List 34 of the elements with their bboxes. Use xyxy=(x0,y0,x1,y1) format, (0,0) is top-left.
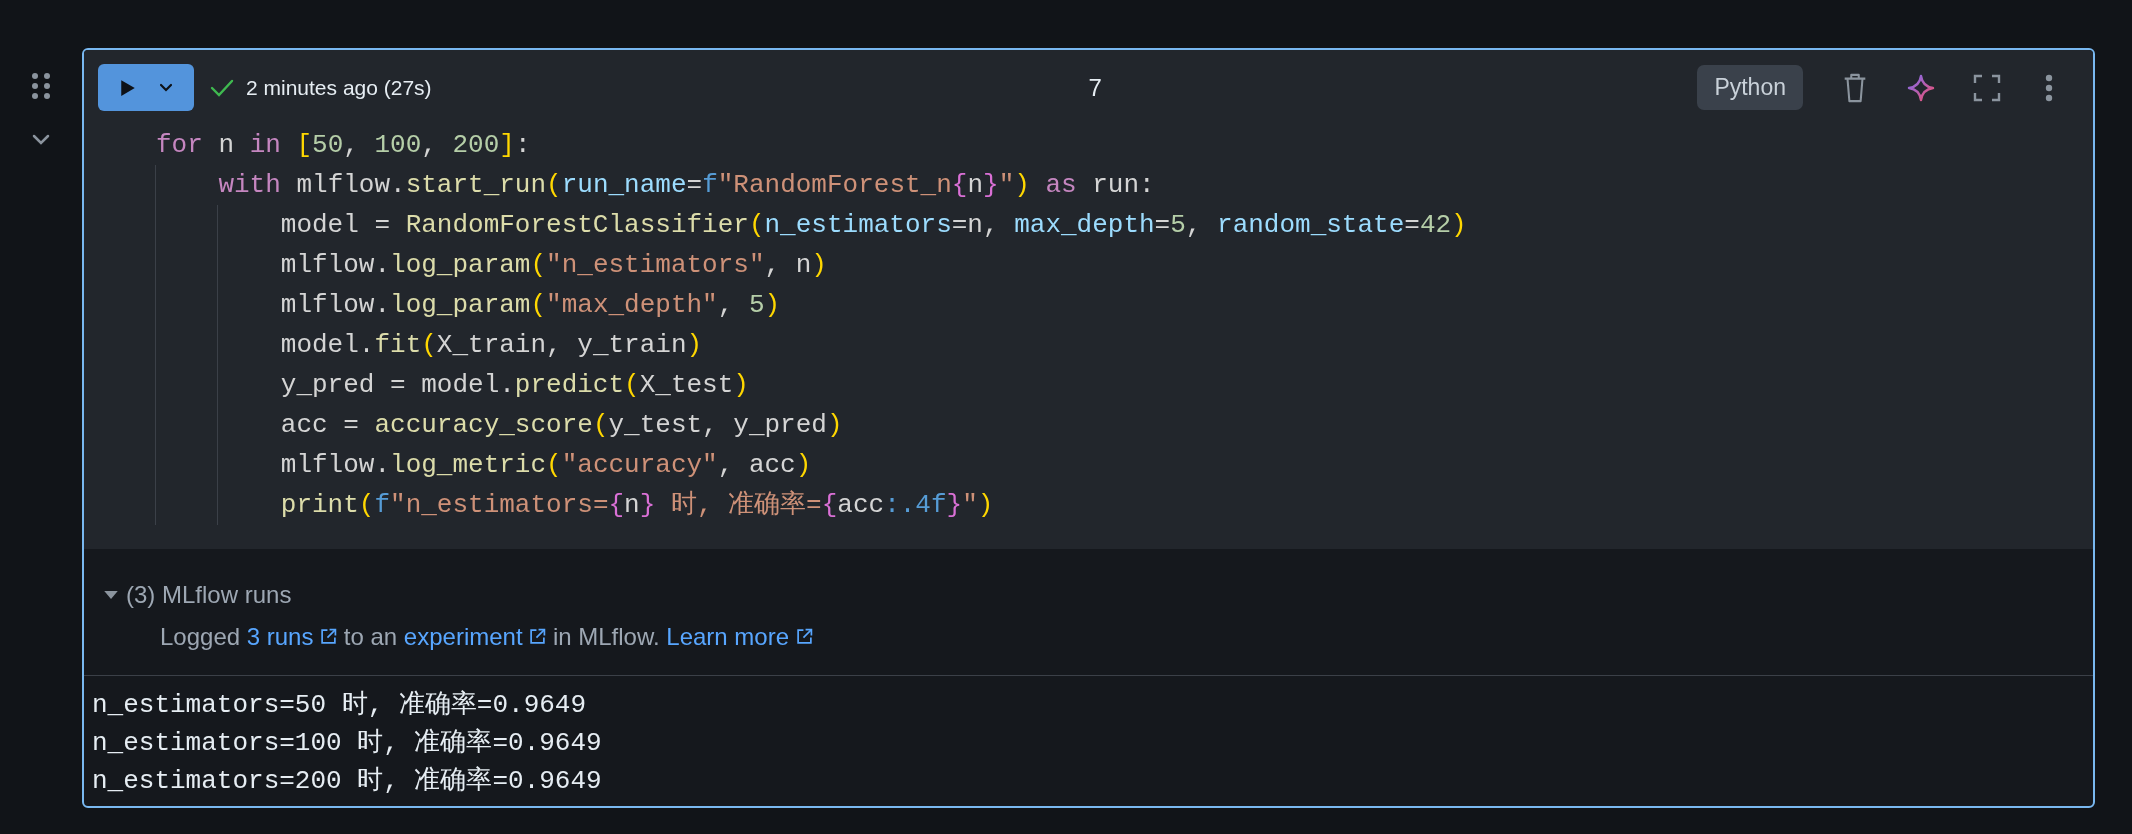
code-line: mlflow.log_param("n_estimators", n) xyxy=(280,249,827,282)
code-line: print(f"n_estimators={n} 时, 准确率={acc:.4f}") xyxy=(280,489,994,522)
output-line: n_estimators=50 时, 准确率=0.9649 xyxy=(92,689,587,722)
external-link[interactable]: 3 runs xyxy=(246,623,338,650)
code-line: model.fit(X_train, y_train) xyxy=(280,329,703,362)
external-link-icon xyxy=(529,628,547,645)
fullscreen-icon[interactable] xyxy=(1973,72,2001,103)
code-editor[interactable] xyxy=(84,121,2093,549)
code-line: acc = accuracy_score(y_test, y_pred) xyxy=(280,409,843,442)
external-link-icon xyxy=(320,628,338,645)
mlflow-runs-toggle[interactable]: (3) MLflow runs xyxy=(104,581,292,609)
output-line: n_estimators=100 时, 准确率=0.9649 xyxy=(92,727,602,760)
mlflow-message: Logged 3 runs to an experiment in MLflow. Learn more xyxy=(160,623,2093,651)
drag-handle-icon[interactable] xyxy=(31,72,51,100)
external-link-icon xyxy=(795,628,813,645)
execution-count: 7 xyxy=(1088,73,1102,102)
caret-down-icon xyxy=(104,590,118,600)
code-line: model = RandomForestClassifier(n_estimators=n, max_depth=5, random_state=42) xyxy=(280,209,1467,242)
code-line: mlflow.log_param("max_depth", 5) xyxy=(280,289,781,322)
code-line: with mlflow.start_run(run_name=f"RandomForest_n{n}") as run: xyxy=(218,169,1155,202)
sparkle-icon[interactable] xyxy=(1907,72,1935,103)
more-options-icon[interactable] xyxy=(2045,73,2053,102)
code-line: y_pred = model.predict(X_test) xyxy=(280,369,749,402)
output-line: n_estimators=200 时, 准确率=0.9649 xyxy=(92,765,602,798)
code-line: mlflow.log_metric("accuracy", acc) xyxy=(280,449,812,482)
chevron-down-icon[interactable] xyxy=(31,134,51,146)
run-button[interactable] xyxy=(98,64,194,111)
external-link[interactable]: Learn more xyxy=(666,623,813,650)
caret-down-icon xyxy=(158,82,173,93)
run-status-text: 2 minutes ago (27s) xyxy=(246,75,432,100)
code-line: for n in [50, 100, 200]: xyxy=(156,129,531,162)
language-button[interactable]: Python xyxy=(1697,65,1803,110)
external-link[interactable]: experiment xyxy=(403,623,547,650)
play-icon xyxy=(119,78,136,97)
